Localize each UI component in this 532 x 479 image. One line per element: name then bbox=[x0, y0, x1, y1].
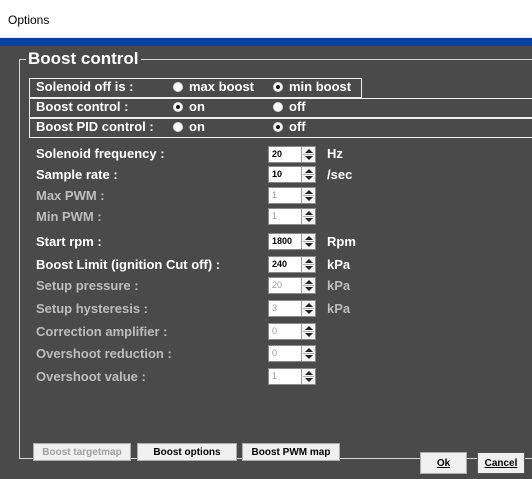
max-pwm-spinner[interactable]: 1 bbox=[268, 187, 316, 204]
setup-pressure-value[interactable]: 20 bbox=[272, 280, 282, 290]
radio-boost-on[interactable]: on bbox=[173, 99, 205, 114]
sample-rate-label: Sample rate : bbox=[36, 167, 118, 182]
dialog-client-area: Boost control Solenoid off is : max boos… bbox=[0, 38, 532, 479]
start-rpm-spinner[interactable]: 1800 bbox=[268, 233, 316, 250]
boost-pwm-map-button[interactable]: Boost PWM map bbox=[242, 443, 340, 461]
accent-strip bbox=[0, 38, 532, 46]
radio-boost-off-dot[interactable] bbox=[273, 101, 283, 112]
solenoid-off-label: Solenoid off is : bbox=[36, 79, 134, 94]
correction-amplifier-value[interactable]: 0 bbox=[272, 326, 277, 336]
radio-max-boost-label: max boost bbox=[189, 79, 255, 94]
boost-options-button[interactable]: Boost options bbox=[137, 443, 237, 461]
max-pwm-label: Max PWM : bbox=[36, 188, 105, 203]
radio-pid-on[interactable]: on bbox=[173, 119, 205, 134]
spinner-arrows-icon[interactable] bbox=[301, 369, 315, 384]
radio-max-boost-dot[interactable] bbox=[173, 81, 183, 92]
overshoot-value-label: Overshoot value : bbox=[36, 369, 146, 384]
window-title: Options bbox=[8, 13, 50, 27]
setup-pressure-label: Setup pressure : bbox=[36, 278, 139, 293]
boost-limit-label: Boost Limit (ignition Cut off) : bbox=[36, 257, 221, 272]
boost-pid-label: Boost PID control : bbox=[36, 119, 154, 134]
setup-pressure-spinner[interactable]: 20 bbox=[268, 277, 316, 294]
title-bar: Options bbox=[0, 0, 532, 38]
boost-limit-spinner[interactable]: 240 bbox=[268, 256, 316, 273]
ok-button-label: Ok bbox=[436, 457, 451, 469]
overshoot-reduction-spinner[interactable]: 0 bbox=[268, 345, 316, 362]
solenoid-frequency-spinner[interactable]: 20 bbox=[268, 146, 316, 163]
start-rpm-unit: Rpm bbox=[327, 234, 356, 249]
radio-pid-on-dot[interactable] bbox=[173, 121, 183, 132]
radio-min-boost[interactable]: min boost bbox=[273, 79, 351, 94]
start-rpm-label: Start rpm : bbox=[36, 234, 102, 249]
correction-amplifier-label: Correction amplifier : bbox=[36, 324, 168, 339]
boost-limit-unit: kPa bbox=[327, 257, 351, 272]
spinner-arrows-icon[interactable] bbox=[301, 234, 315, 249]
radio-boost-on-label: on bbox=[189, 99, 205, 114]
start-rpm-value[interactable]: 1800 bbox=[272, 236, 292, 246]
setup-hysteresis-unit: kPa bbox=[327, 301, 351, 316]
solenoid-frequency-label: Solenoid frequency : bbox=[36, 146, 165, 161]
setup-hysteresis-value[interactable]: 3 bbox=[272, 303, 277, 313]
radio-boost-on-dot[interactable] bbox=[173, 101, 183, 112]
boost-control-label: Boost control : bbox=[36, 99, 129, 114]
spinner-arrows-icon[interactable] bbox=[301, 188, 315, 203]
overshoot-reduction-label: Overshoot reduction : bbox=[36, 346, 172, 361]
radio-boost-off[interactable]: off bbox=[273, 99, 306, 114]
radio-max-boost[interactable]: max boost bbox=[173, 79, 254, 94]
min-pwm-value[interactable]: 1 bbox=[272, 211, 277, 221]
correction-amplifier-spinner[interactable]: 0 bbox=[268, 323, 316, 340]
setup-hysteresis-label: Setup hysteresis : bbox=[36, 301, 148, 316]
overshoot-reduction-value[interactable]: 0 bbox=[272, 348, 277, 358]
ok-button[interactable]: Ok bbox=[420, 452, 467, 474]
min-pwm-spinner[interactable]: 1 bbox=[268, 208, 316, 225]
spinner-arrows-icon[interactable] bbox=[301, 147, 315, 162]
boost-targetmap-button[interactable]: Boost targetmap bbox=[33, 443, 131, 461]
sample-rate-spinner[interactable]: 10 bbox=[268, 166, 316, 183]
radio-min-boost-dot[interactable] bbox=[273, 81, 283, 92]
solenoid-frequency-value[interactable]: 20 bbox=[272, 149, 282, 159]
cancel-button-label: Cancel bbox=[484, 457, 518, 469]
radio-pid-off[interactable]: off bbox=[273, 119, 306, 134]
radio-pid-off-label: off bbox=[289, 119, 306, 134]
max-pwm-value[interactable]: 1 bbox=[272, 190, 277, 200]
radio-pid-off-dot[interactable] bbox=[273, 121, 283, 132]
radio-pid-on-label: on bbox=[189, 119, 205, 134]
min-pwm-label: Min PWM : bbox=[36, 209, 102, 224]
spinner-arrows-icon[interactable] bbox=[301, 301, 315, 316]
spinner-arrows-icon[interactable] bbox=[301, 278, 315, 293]
spinner-arrows-icon[interactable] bbox=[301, 324, 315, 339]
sample-rate-unit: /sec bbox=[327, 167, 353, 182]
solenoid-frequency-unit: Hz bbox=[327, 146, 343, 161]
sample-rate-value[interactable]: 10 bbox=[272, 169, 282, 179]
radio-boost-off-label: off bbox=[289, 99, 306, 114]
setup-hysteresis-spinner[interactable]: 3 bbox=[268, 300, 316, 317]
boost-limit-value[interactable]: 240 bbox=[272, 259, 287, 269]
spinner-arrows-icon[interactable] bbox=[301, 209, 315, 224]
radio-min-boost-label: min boost bbox=[289, 79, 352, 94]
spinner-arrows-icon[interactable] bbox=[301, 346, 315, 361]
overshoot-value-spinner[interactable]: 1 bbox=[268, 368, 316, 385]
cancel-button[interactable]: Cancel bbox=[477, 452, 525, 474]
overshoot-value-value[interactable]: 1 bbox=[272, 371, 277, 381]
spinner-arrows-icon[interactable] bbox=[301, 167, 315, 182]
group-title: Boost control bbox=[26, 49, 141, 68]
spinner-arrows-icon[interactable] bbox=[301, 257, 315, 272]
setup-pressure-unit: kPa bbox=[327, 278, 351, 293]
